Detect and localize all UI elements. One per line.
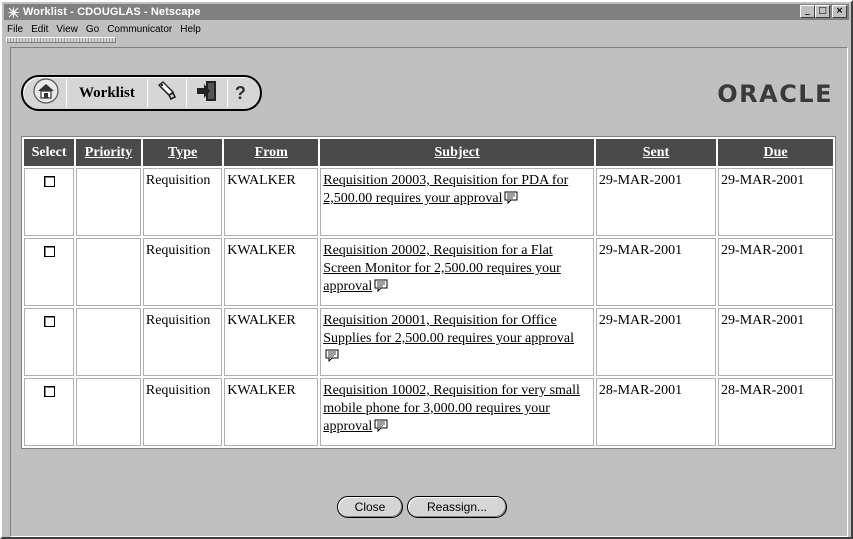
table-row: Requisition KWALKER Requisition 20002, R… <box>24 238 833 306</box>
worklist-button[interactable]: Worklist <box>70 79 144 107</box>
subject-link[interactable]: Requisition 20001, Requisition for Offic… <box>323 313 574 346</box>
page-content: Worklist ? ORACLE Select Priority Type F… <box>10 47 848 537</box>
due-cell: 29-MAR-2001 <box>718 308 833 376</box>
from-cell: KWALKER <box>224 378 319 446</box>
header-subject[interactable]: Subject <box>320 139 594 166</box>
header-from-link[interactable]: From <box>255 145 288 160</box>
header-due-link[interactable]: Due <box>763 145 787 160</box>
select-checkbox[interactable] <box>43 246 55 257</box>
table-header-row: Select Priority Type From Subject Sent D… <box>24 139 833 166</box>
minimize-button[interactable]: _ <box>800 5 815 18</box>
action-buttons: Close Reassign... <box>337 496 507 518</box>
maximize-button[interactable]: □ <box>815 5 830 18</box>
due-cell: 29-MAR-2001 <box>718 238 833 306</box>
worklist-label: Worklist <box>79 84 135 101</box>
header-type[interactable]: Type <box>142 139 223 166</box>
global-button-bar: Worklist ? <box>21 75 262 111</box>
subject-cell: Requisition 20002, Requisition for a Fla… <box>320 238 594 306</box>
type-cell: Requisition <box>142 168 223 236</box>
header-priority[interactable]: Priority <box>76 139 141 166</box>
select-checkbox[interactable] <box>43 316 55 327</box>
divider <box>146 79 148 107</box>
table-row: Requisition KWALKER Requisition 10002, R… <box>24 378 833 446</box>
priority-cell <box>76 308 141 376</box>
from-cell: KWALKER <box>224 238 319 306</box>
sent-cell: 29-MAR-2001 <box>595 168 717 236</box>
preferences-button[interactable] <box>151 79 183 107</box>
table-row: Requisition KWALKER Requisition 20003, R… <box>24 168 833 236</box>
select-cell <box>24 378 75 446</box>
header-type-link[interactable]: Type <box>168 145 197 160</box>
due-cell: 28-MAR-2001 <box>718 378 833 446</box>
sent-cell: 29-MAR-2001 <box>595 238 717 306</box>
header-due[interactable]: Due <box>718 139 833 166</box>
select-checkbox[interactable] <box>43 176 55 187</box>
priority-cell <box>76 378 141 446</box>
oracle-logo: ORACLE <box>717 80 833 108</box>
subject-link[interactable]: Requisition 20002, Requisition for a Fla… <box>323 243 561 294</box>
select-cell <box>24 238 75 306</box>
table-row: Requisition KWALKER Requisition 20001, R… <box>24 308 833 376</box>
help-icon: ? <box>234 82 246 103</box>
priority-cell <box>76 168 141 236</box>
subject-cell: Requisition 10002, Requisition for very … <box>320 378 594 446</box>
header-select: Select <box>24 139 75 166</box>
due-cell: 29-MAR-2001 <box>718 168 833 236</box>
menu-view[interactable]: View <box>56 24 78 35</box>
header-select-label: Select <box>31 144 67 160</box>
header-from[interactable]: From <box>224 139 319 166</box>
menu-help[interactable]: Help <box>180 24 201 35</box>
message-icon[interactable] <box>504 191 519 210</box>
divider <box>185 79 187 107</box>
message-icon[interactable] <box>374 419 389 438</box>
select-cell <box>24 168 75 236</box>
help-button[interactable]: ? <box>231 79 250 107</box>
menu-communicator[interactable]: Communicator <box>107 24 172 35</box>
window-title: Worklist - CDOUGLAS - Netscape <box>23 6 201 18</box>
divider <box>226 79 228 107</box>
logout-button[interactable] <box>190 79 224 107</box>
netscape-icon <box>6 5 20 19</box>
select-checkbox[interactable] <box>43 386 55 397</box>
collapsed-toolbar-handle[interactable] <box>6 37 116 43</box>
logout-icon <box>194 78 220 109</box>
close-button[interactable]: Close <box>337 496 403 518</box>
from-cell: KWALKER <box>224 168 319 236</box>
close-window-button[interactable]: × <box>832 5 847 18</box>
title-bar: Worklist - CDOUGLAS - Netscape _ □ × <box>4 4 849 20</box>
header-priority-link[interactable]: Priority <box>85 145 132 160</box>
select-cell <box>24 308 75 376</box>
sent-cell: 28-MAR-2001 <box>595 378 717 446</box>
worklist-table: Select Priority Type From Subject Sent D… <box>21 136 836 449</box>
divider <box>66 79 67 107</box>
browser-window: Worklist - CDOUGLAS - Netscape _ □ × Fil… <box>0 0 853 539</box>
type-cell: Requisition <box>142 308 223 376</box>
sent-cell: 29-MAR-2001 <box>595 308 717 376</box>
type-cell: Requisition <box>142 378 223 446</box>
subject-cell: Requisition 20001, Requisition for Offic… <box>320 308 594 376</box>
subject-link[interactable]: Requisition 20003, Requisition for PDA f… <box>323 173 568 206</box>
from-cell: KWALKER <box>224 308 319 376</box>
type-cell: Requisition <box>142 238 223 306</box>
message-icon[interactable] <box>374 279 389 298</box>
preferences-icon <box>155 79 179 108</box>
priority-cell <box>76 238 141 306</box>
header-subject-link[interactable]: Subject <box>435 145 480 160</box>
message-icon[interactable] <box>325 349 340 368</box>
menu-edit[interactable]: Edit <box>31 24 48 35</box>
menu-go[interactable]: Go <box>86 24 99 35</box>
subject-link[interactable]: Requisition 10002, Requisition for very … <box>323 383 580 434</box>
home-icon <box>33 77 59 109</box>
header-sent[interactable]: Sent <box>595 139 717 166</box>
header-sent-link[interactable]: Sent <box>643 145 669 160</box>
reassign-button[interactable]: Reassign... <box>407 496 507 518</box>
menu-file[interactable]: File <box>7 24 23 35</box>
home-button[interactable] <box>29 77 63 109</box>
menu-bar: File Edit View Go Communicator Help <box>4 21 206 37</box>
subject-cell: Requisition 20003, Requisition for PDA f… <box>320 168 594 236</box>
